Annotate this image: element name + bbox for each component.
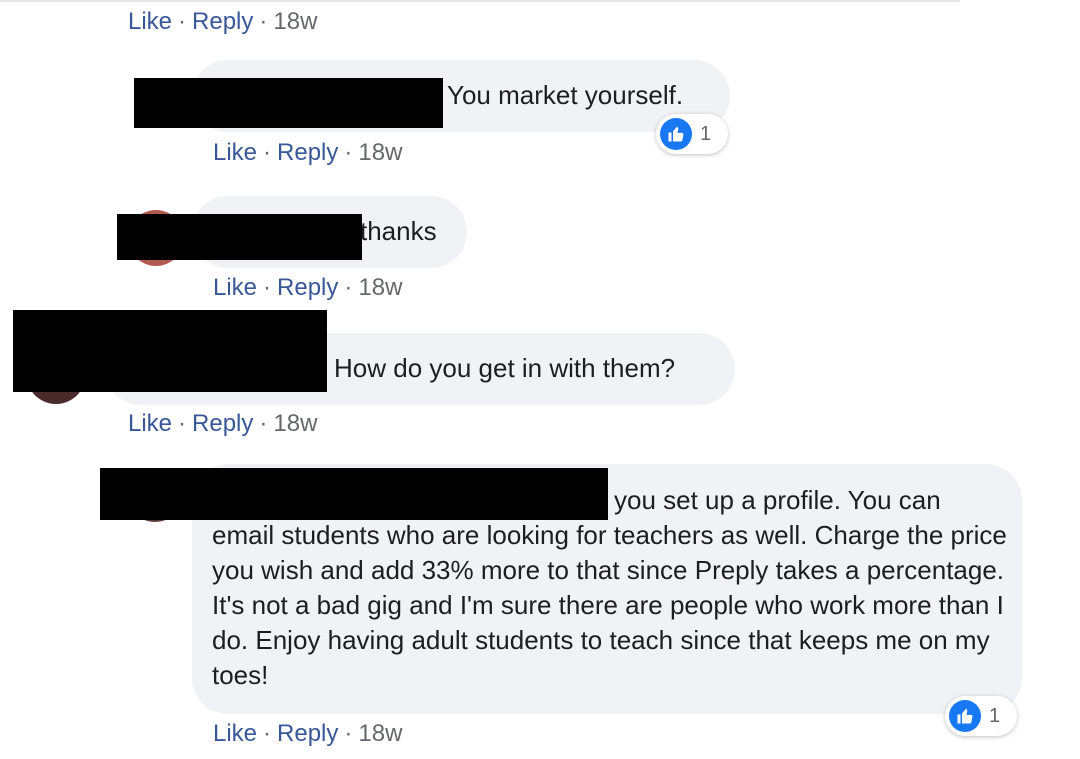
separator: · — [178, 8, 187, 35]
reply-link[interactable]: Reply — [277, 720, 338, 747]
comment-actions: Like · Reply · 18w — [128, 409, 317, 439]
reply-link[interactable]: Reply — [192, 410, 253, 437]
redacted-name — [134, 78, 443, 128]
comment-timestamp[interactable]: 18w — [358, 274, 402, 301]
comment-timestamp[interactable]: 18w — [358, 720, 402, 747]
comment-actions: Like · Reply · 18w — [213, 273, 402, 303]
redacted-name — [13, 310, 327, 392]
like-link[interactable]: Like — [213, 274, 257, 301]
comment-text: You market yourself. — [447, 80, 684, 110]
comment-actions: Like · Reply · 18w — [213, 719, 402, 749]
comment-text: thanks — [360, 216, 437, 246]
reaction-count[interactable]: 1 — [656, 114, 728, 154]
reaction-count[interactable]: 1 — [945, 696, 1017, 736]
like-link[interactable]: Like — [128, 8, 172, 35]
separator: · — [344, 274, 353, 301]
separator: · — [344, 139, 353, 166]
redacted-name — [100, 468, 608, 520]
like-link[interactable]: Like — [213, 720, 257, 747]
separator: · — [259, 410, 268, 437]
thumbs-up-icon — [949, 700, 981, 732]
separator: · — [263, 139, 272, 166]
redacted-name — [117, 214, 362, 260]
separator: · — [344, 720, 353, 747]
comment-timestamp[interactable]: 18w — [273, 410, 317, 437]
comment-timestamp[interactable]: 18w — [273, 8, 317, 35]
comment-timestamp[interactable]: 18w — [358, 139, 402, 166]
separator: · — [259, 8, 268, 35]
like-link[interactable]: Like — [128, 410, 172, 437]
reply-link[interactable]: Reply — [277, 139, 338, 166]
thumbs-up-icon — [660, 118, 692, 150]
comment-actions: Like · Reply · 18w — [213, 138, 402, 168]
comment-text: How do you get in with them? — [334, 353, 676, 383]
divider — [0, 0, 960, 2]
comment-thread: Like · Reply · 18w You market yourself. 1 Li… — [0, 0, 1080, 759]
reaction-count-label: 1 — [989, 704, 1001, 727]
comment-actions: Like · Reply · 18w — [128, 7, 317, 37]
reaction-count-label: 1 — [700, 122, 712, 145]
separator: · — [263, 274, 272, 301]
reply-link[interactable]: Reply — [192, 8, 253, 35]
separator: · — [263, 720, 272, 747]
reply-link[interactable]: Reply — [277, 274, 338, 301]
separator: · — [178, 410, 187, 437]
like-link[interactable]: Like — [213, 139, 257, 166]
